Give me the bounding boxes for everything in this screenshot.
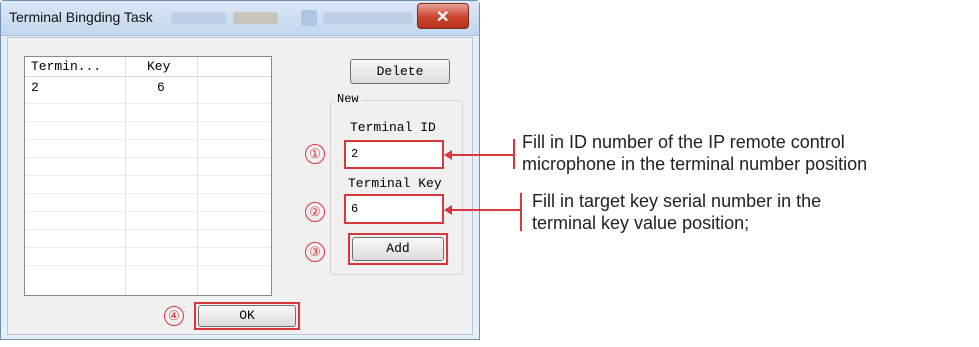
column-header-terminal[interactable]: Termin... [25, 57, 125, 77]
cell-terminal: 2 [31, 80, 39, 95]
annotation-line: Fill in target key serial number in the [532, 191, 822, 211]
step-marker-4: ④ [164, 306, 184, 326]
binding-table[interactable]: Termin... Key 2 6 [24, 56, 272, 296]
terminal-id-input[interactable]: 2 [344, 140, 444, 169]
background-taskbar-blur [233, 12, 278, 24]
annotation-line: microphone in the terminal number positi… [522, 154, 868, 174]
step-marker-3: ③ [305, 242, 325, 262]
background-taskbar-blur [323, 12, 413, 24]
row-divider [25, 103, 271, 104]
step-marker-2: ② [305, 202, 325, 222]
row-divider [25, 247, 271, 248]
new-group-label: New [334, 92, 362, 106]
close-button[interactable]: ✕ [417, 3, 469, 29]
terminal-id-label: Terminal ID [350, 120, 436, 135]
terminal-key-input[interactable]: 6 [344, 194, 444, 224]
terminal-key-label: Terminal Key [348, 176, 442, 191]
cell-key: 6 [157, 80, 165, 95]
row-divider [25, 265, 271, 266]
step-marker-1: ① [305, 144, 325, 164]
table-row[interactable]: 2 6 [25, 79, 271, 97]
column-header-empty [197, 57, 271, 77]
close-icon: ✕ [436, 9, 450, 26]
row-divider [25, 121, 271, 122]
row-divider [25, 139, 271, 140]
background-taskbar-blur [171, 12, 226, 24]
column-header-key[interactable]: Key [125, 57, 197, 77]
arrow-line-id [450, 154, 514, 156]
row-divider [25, 211, 271, 212]
row-divider [25, 157, 271, 158]
delete-button[interactable]: Delete [350, 59, 450, 84]
title-bar[interactable]: Terminal Bingding Task ✕ [1, 1, 479, 36]
ok-button[interactable]: OK [198, 305, 296, 327]
annotation-terminal-key: Fill in target key serial number in the … [532, 190, 821, 234]
arrow-bracket-key [520, 193, 522, 231]
row-divider [25, 175, 271, 176]
annotation-line: Fill in ID number of the IP remote contr… [522, 132, 845, 152]
annotation-line: terminal key value position; [532, 213, 750, 233]
annotation-terminal-id: Fill in ID number of the IP remote contr… [522, 131, 867, 175]
background-taskbar-blur [301, 10, 317, 26]
arrow-bracket-id [513, 139, 515, 169]
add-button[interactable]: Add [352, 237, 444, 261]
window-title: Terminal Bingding Task [9, 9, 153, 25]
row-divider [25, 229, 271, 230]
arrow-line-key [450, 209, 521, 211]
row-divider [25, 193, 271, 194]
